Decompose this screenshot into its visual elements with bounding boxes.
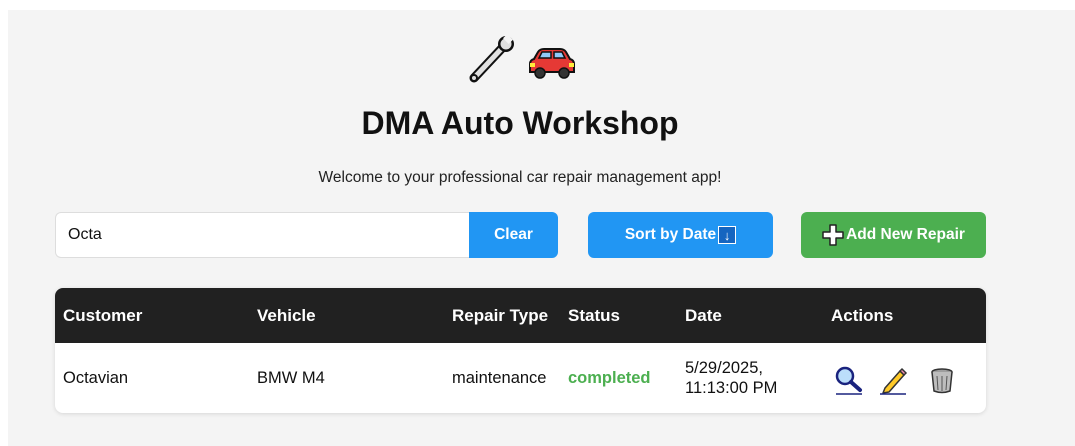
page-subtitle: Welcome to your professional car repair … (318, 169, 722, 186)
pencil-icon[interactable] (878, 365, 908, 395)
plus-icon (822, 224, 844, 246)
cell-vehicle: BMW M4 (257, 369, 325, 387)
cell-date-line1: 5/29/2025, (685, 359, 763, 377)
cell-date: 5/29/2025, 11:13:00 PM (685, 358, 777, 398)
add-new-repair-button[interactable]: Add New Repair (801, 212, 986, 258)
column-header-customer: Customer (63, 306, 143, 325)
cell-date-line2: 11:13:00 PM (685, 379, 778, 397)
column-header-vehicle: Vehicle (257, 306, 316, 325)
sort-by-date-button[interactable]: Sort by Date ↓ (588, 212, 773, 258)
status-badge: completed (568, 369, 651, 387)
clear-button[interactable]: Clear (469, 212, 558, 258)
column-header-status: Status (568, 306, 620, 325)
cell-repair-type: maintenance (452, 369, 547, 387)
add-button-label: Add New Repair (846, 226, 965, 243)
logo (469, 36, 575, 83)
wrench-icon (469, 36, 514, 83)
column-header-date: Date (685, 306, 722, 325)
table-header: Customer Vehicle Repair Type Status Date… (55, 288, 986, 343)
magnifier-icon[interactable] (834, 365, 864, 395)
cell-customer: Octavian (63, 369, 129, 387)
clear-button-label: Clear (494, 226, 533, 243)
search-input[interactable] (55, 212, 469, 258)
sort-button-label: Sort by Date (624, 226, 717, 243)
column-header-repair-type: Repair Type (452, 306, 549, 325)
car-icon (529, 48, 575, 79)
page-title: DMA Auto Workshop (361, 105, 679, 141)
trash-icon[interactable] (928, 365, 958, 395)
column-header-actions: Actions (831, 306, 894, 325)
down-arrow-icon: ↓ (718, 226, 737, 244)
